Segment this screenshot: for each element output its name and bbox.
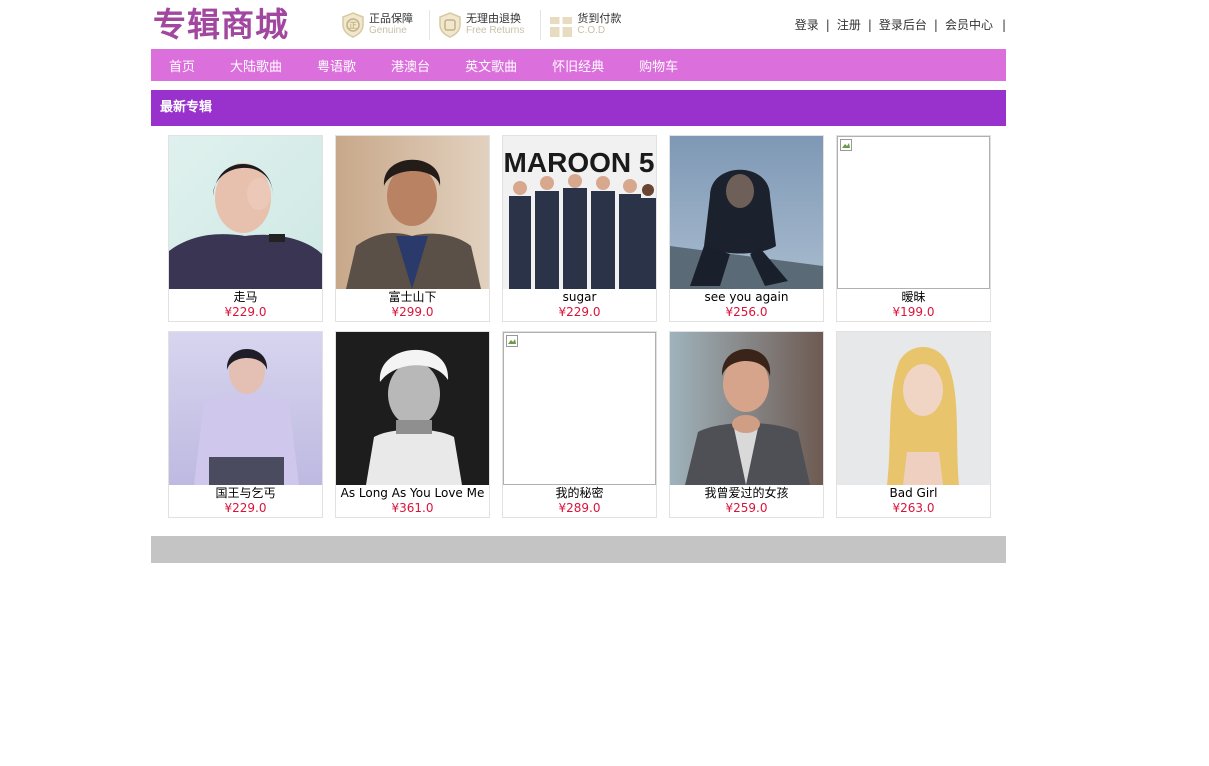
album-cover[interactable] xyxy=(336,136,489,289)
album-title[interactable]: 富士山下 xyxy=(336,290,489,305)
admin-login-link[interactable]: 登录后台 xyxy=(879,16,927,33)
badge-genuine: 正 正品保障 Genuine xyxy=(341,10,421,40)
album-card[interactable]: 暧昧 ¥199.0 xyxy=(836,135,991,322)
badge-returns-label: 无理由退换 xyxy=(466,12,521,25)
svg-text:正: 正 xyxy=(349,21,357,30)
member-center-link[interactable]: 会员中心 xyxy=(945,16,993,33)
broken-image xyxy=(837,136,990,289)
album-card[interactable]: 富士山下 ¥299.0 xyxy=(335,135,490,322)
album-cover[interactable] xyxy=(503,332,656,485)
shield-genuine-icon: 正 xyxy=(341,12,365,38)
album-cover[interactable] xyxy=(670,136,823,289)
nav-classics[interactable]: 怀旧经典 xyxy=(552,56,604,75)
album-title[interactable]: 走马 xyxy=(169,290,322,305)
album-card[interactable]: 走马 ¥229.0 xyxy=(168,135,323,322)
badge-returns-sub: Free Returns xyxy=(466,25,525,36)
nav-cantonese-songs[interactable]: 粤语歌 xyxy=(317,56,356,75)
album-price: ¥299.0 xyxy=(391,305,434,319)
badge-returns: 无理由退换 Free Returns xyxy=(429,10,532,40)
album-card[interactable]: Bad Girl ¥263.0 xyxy=(836,331,991,518)
section-title: 最新专辑 xyxy=(151,90,1006,126)
album-cover[interactable] xyxy=(837,136,990,289)
album-price: ¥361.0 xyxy=(391,501,434,515)
login-link[interactable]: 登录 xyxy=(795,16,819,33)
nav-english-songs[interactable]: 英文歌曲 xyxy=(465,56,517,75)
header: 专辑商城 正 正品保障 Genuine 无理由退换 Free Returns 货… xyxy=(151,0,1006,49)
album-title[interactable]: 我的秘密 xyxy=(503,486,656,501)
badge-genuine-label: 正品保障 xyxy=(369,12,413,25)
site-logo[interactable]: 专辑商城 xyxy=(153,5,289,45)
badge-cod-sub: C.O.D xyxy=(577,25,606,36)
album-price: ¥229.0 xyxy=(558,305,601,319)
broken-image-icon xyxy=(506,335,518,347)
gift-box-icon xyxy=(549,12,573,38)
album-cover[interactable] xyxy=(670,332,823,485)
main-nav: 首页 大陆歌曲 粤语歌 港澳台 英文歌曲 怀旧经典 购物车 xyxy=(151,49,1006,81)
album-title[interactable]: 我曾爱过的女孩 xyxy=(670,486,823,501)
album-title[interactable]: 暧昧 xyxy=(837,290,990,305)
badge-genuine-sub: Genuine xyxy=(369,25,407,36)
nav-cart[interactable]: 购物车 xyxy=(639,56,678,75)
album-title[interactable]: 国王与乞丐 xyxy=(169,486,322,501)
register-link[interactable]: 注册 xyxy=(837,16,861,33)
album-cover[interactable] xyxy=(336,332,489,485)
nav-mainland-songs[interactable]: 大陆歌曲 xyxy=(230,56,282,75)
album-price: ¥199.0 xyxy=(892,305,935,319)
album-cover[interactable] xyxy=(169,332,322,485)
album-card[interactable]: see you again ¥256.0 xyxy=(669,135,824,322)
broken-image-icon xyxy=(840,139,852,151)
album-cover[interactable]: MAROON 5 xyxy=(503,136,656,289)
album-price: ¥229.0 xyxy=(224,501,267,515)
album-title[interactable]: sugar xyxy=(503,290,656,305)
broken-image xyxy=(503,332,656,485)
album-card[interactable]: As Long As You Love Me ¥361.0 xyxy=(335,331,490,518)
album-title[interactable]: As Long As You Love Me xyxy=(336,486,489,501)
album-price: ¥263.0 xyxy=(892,501,935,515)
album-title[interactable]: Bad Girl xyxy=(837,486,990,501)
album-price: ¥259.0 xyxy=(725,501,768,515)
album-cover[interactable] xyxy=(837,332,990,485)
album-cover[interactable] xyxy=(169,136,322,289)
album-price: ¥256.0 xyxy=(725,305,768,319)
badge-cod: 货到付款 C.O.D xyxy=(540,10,629,40)
album-price: ¥229.0 xyxy=(224,305,267,319)
nav-hk-macau-tw[interactable]: 港澳台 xyxy=(391,56,430,75)
shield-return-icon xyxy=(438,12,462,38)
album-card[interactable]: 我的秘密 ¥289.0 xyxy=(502,331,657,518)
album-title[interactable]: see you again xyxy=(670,290,823,305)
nav-home[interactable]: 首页 xyxy=(169,56,195,75)
footer-bar xyxy=(151,536,1006,563)
badge-cod-label: 货到付款 xyxy=(577,12,622,25)
album-card[interactable]: 国王与乞丐 ¥229.0 xyxy=(168,331,323,518)
album-card[interactable]: 我曾爱过的女孩 ¥259.0 xyxy=(669,331,824,518)
page-wrapper: 专辑商城 正 正品保障 Genuine 无理由退换 Free Returns 货… xyxy=(151,0,1006,563)
album-grid: 走马 ¥229.0 富士山下 ¥299.0 MAROON 5 sugar ¥22… xyxy=(151,126,1006,518)
service-badges: 正 正品保障 Genuine 无理由退换 Free Returns 货到付款 C… xyxy=(341,10,637,40)
album-card[interactable]: MAROON 5 sugar ¥229.0 xyxy=(502,135,657,322)
album-price: ¥289.0 xyxy=(558,501,601,515)
top-links: 登录 | 注册 | 登录后台 | 会员中心 | xyxy=(794,16,1006,33)
cover-band-text: MAROON 5 xyxy=(504,147,655,178)
